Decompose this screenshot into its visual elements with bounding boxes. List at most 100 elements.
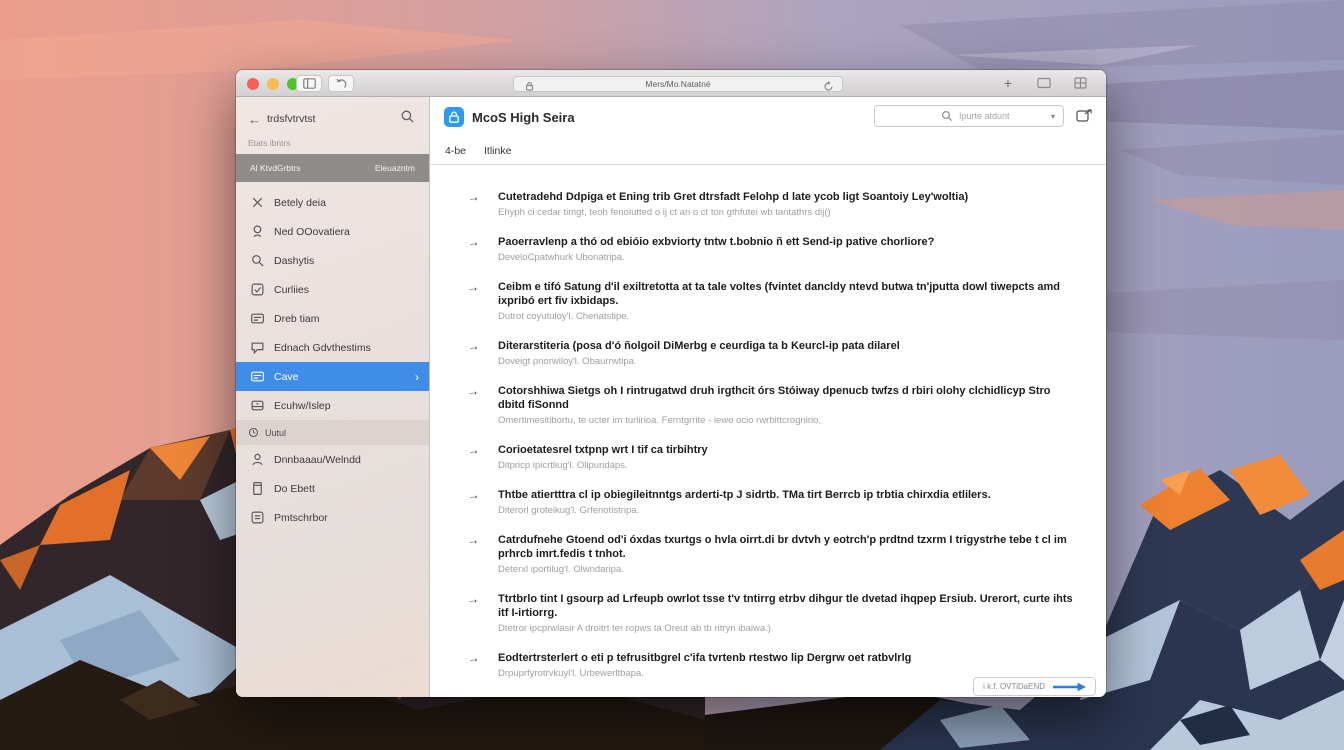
titlebar[interactable]: Mers/Mo.Natatné +	[236, 70, 1106, 97]
sidebar-item[interactable]: Cave ›	[236, 362, 429, 391]
topic-title: Eodtertrsterlert o eti p tefrusitbgrel c…	[498, 651, 911, 665]
sidebar-subtitle: Etats ibntrs	[248, 138, 429, 148]
sidebar-item-label: Ednach Gdvthestims	[274, 342, 371, 354]
topic-item[interactable]: →Ttrtbrlo tint I gsourp ad Lrfeupb owrlo…	[468, 592, 1076, 635]
checkbox-icon	[250, 282, 265, 297]
topic-item[interactable]: →Corioetatesrel txtpnp wrt I tif ca tirb…	[468, 443, 1076, 472]
sidebar-item-label: Ecuhw/Islep	[274, 400, 331, 412]
sidebar-item[interactable]: Do Ebett	[236, 474, 429, 503]
sidebar-item[interactable]: Betely deia	[236, 188, 429, 217]
magnifier-icon	[250, 253, 265, 268]
new-tab-button[interactable]: +	[998, 74, 1018, 92]
arrow-right-icon: →	[467, 533, 484, 577]
topic-title: Gpwrchdtentg bórqa od 1 tif Ivtdrinpcert…	[498, 696, 773, 697]
sidebar-item-label: Pmtschrbor	[274, 512, 328, 524]
chevron-right-icon: ›	[415, 370, 419, 384]
clock-icon	[248, 427, 259, 438]
sidebar-item[interactable]: Ecuhw/Islep	[236, 391, 429, 420]
topic-item[interactable]: →Paoerravlenp a thó od ebióio exbviorty …	[468, 235, 1076, 264]
sidebar: ← trdsfvtrvtst Etats ibntrs Al KtvdGrbtr…	[236, 97, 430, 697]
sidebar-item-label: Cave	[274, 371, 299, 383]
sidebar-item-label: Do Ebett	[274, 483, 315, 495]
sidebar-item[interactable]: Dnnbaaau/Welndd	[236, 445, 429, 474]
sidebar-item[interactable]: Ned OOovatiera	[236, 217, 429, 246]
topic-title: Cotorshhiwa Sietgs oh I rintrugatwd druh…	[498, 384, 1076, 412]
page-icon	[1037, 77, 1051, 89]
main-content: McoS High Seira ▾ 4-b	[430, 97, 1106, 697]
page-button[interactable]	[1034, 74, 1054, 92]
sidebar-search-button[interactable]	[400, 109, 415, 129]
content-search-box[interactable]: ▾	[874, 105, 1064, 127]
lock-badge-icon	[448, 111, 460, 124]
sidebar-back-label: trdsfvtrvtst	[267, 113, 315, 125]
topic-item[interactable]: → Thtbe atiertttra cl ip obiegileitnntgs …	[468, 488, 1076, 517]
sidebar-toggle-button[interactable]	[296, 75, 322, 92]
sidebar-toggle-icon	[303, 78, 316, 89]
reload-icon[interactable]	[823, 79, 834, 90]
arrow-right-icon: →	[467, 339, 483, 369]
topic-item[interactable]: → Gpwrchdtentg bórqa od 1 tif Ivtdrinpcer…	[468, 696, 1076, 697]
sidebar-back-button[interactable]: ← trdsfvtrvtst	[248, 112, 315, 127]
topic-subtitle: Dtetror ipcprwlasir A droitrt ter ropws …	[498, 622, 1076, 635]
minimize-button[interactable]	[267, 78, 279, 90]
share-icon	[1076, 108, 1093, 123]
topic-subtitle: Dutrot coyutuloy'l. Chenatstipe.	[498, 310, 1076, 323]
arrow-right-icon: →	[467, 592, 484, 636]
arrow-right-icon: →	[467, 488, 483, 518]
topic-title: Cutetradehd Ddpiga et Ening trib Gret dt…	[498, 190, 968, 204]
arrow-right-icon: →	[467, 280, 484, 324]
content-tabs: 4-be Itlinke	[430, 138, 1106, 165]
address-text: Mers/Mo.Natatné	[645, 79, 710, 89]
note-icon	[250, 510, 265, 525]
open-external-button[interactable]	[1076, 108, 1094, 124]
search-input[interactable]	[959, 111, 1045, 121]
back-button[interactable]	[328, 75, 354, 92]
band-right-label: Eleuazntm	[375, 163, 415, 173]
topic-item[interactable]: → Ceibm e tifó Satung d'il exiltretotta a…	[468, 280, 1076, 323]
band-left-label: Al KtvdGrbtrs	[250, 163, 301, 173]
sidebar-item[interactable]: Ednach Gdvthestims	[236, 333, 429, 362]
chevron-down-icon[interactable]: ▾	[1051, 112, 1055, 121]
arrow-right-icon: →	[467, 384, 484, 428]
sidebar-item[interactable]: Pmtschrbor	[236, 503, 429, 532]
lock-icon	[524, 79, 535, 90]
topic-item[interactable]: → Cotorshhiwa Sietgs oh I rintrugatwd dru…	[468, 384, 1076, 427]
sidebar-item[interactable]: Dashytis	[236, 246, 429, 275]
topic-item[interactable]: →Catrdufnehe Gtoend od'i óxdas txurtgs o…	[468, 533, 1076, 576]
sidebar-item-label: Uutul	[265, 428, 286, 438]
sidebar-item[interactable]: Curliies	[236, 275, 429, 304]
sidebar-item[interactable]: Uutul	[236, 420, 429, 445]
topic-subtitle: Omertimesitibortu, te ucter im turlirioa…	[498, 414, 1076, 427]
card-icon	[250, 369, 265, 384]
topic-title: Diterarstiteria (posa d'ó ñolgoil DiMerb…	[498, 339, 900, 353]
browser-window: Mers/Mo.Natatné +	[236, 70, 1106, 697]
tab-second[interactable]: Itlinke	[484, 145, 511, 157]
topic-title: Ceibm e tifó Satung d'il exiltretotta at…	[498, 280, 1076, 308]
chat-bubble-icon	[250, 340, 265, 355]
tab-first[interactable]: 4-be	[445, 145, 466, 157]
status-label: i k.f. OVTiDaEND	[983, 682, 1045, 691]
sidebar-section-band: Al KtvdGrbtrs Eleuazntm	[236, 154, 429, 182]
topic-title: Paoerravlenp a thó od ebióio exbviorty t…	[498, 235, 934, 249]
topic-title: Thtbe atiertttra cl ip obiegileitnntgs a…	[498, 488, 991, 502]
tab-overview-button[interactable]	[1070, 74, 1090, 92]
topic-item[interactable]: →Cutetradehd Ddpiga et Ening trib Gret d…	[468, 190, 1076, 219]
sidebar-item-label: Ned OOovatiera	[274, 226, 350, 238]
app-icon	[444, 107, 464, 127]
page-title: McoS High Seira	[472, 110, 575, 125]
address-bar[interactable]: Mers/Mo.Natatné	[513, 76, 843, 92]
person-icon	[250, 452, 265, 467]
card-icon	[250, 311, 265, 326]
topic-item[interactable]: →Eodtertrsterlert o eti p tefrusitbgrel …	[468, 651, 1076, 680]
topic-item[interactable]: → Diterarstiteria (posa d'ó ñolgoil DiMer…	[468, 339, 1076, 368]
drawer-icon	[250, 398, 265, 413]
close-button[interactable]	[247, 78, 259, 90]
status-bar: i k.f. OVTiDaEND	[973, 677, 1096, 696]
arrow-right-icon: →	[467, 696, 483, 697]
hourglass-icon	[250, 224, 265, 239]
book-icon	[250, 481, 265, 496]
topic-subtitle: DeveloCpatwhurk Ubonatripa.	[498, 251, 934, 264]
sidebar-item[interactable]: Dreb tiam	[236, 304, 429, 333]
topic-list: → Cutetradehd Ddpiga et Ening trib Gret d…	[430, 165, 1106, 697]
x-icon	[250, 195, 265, 210]
